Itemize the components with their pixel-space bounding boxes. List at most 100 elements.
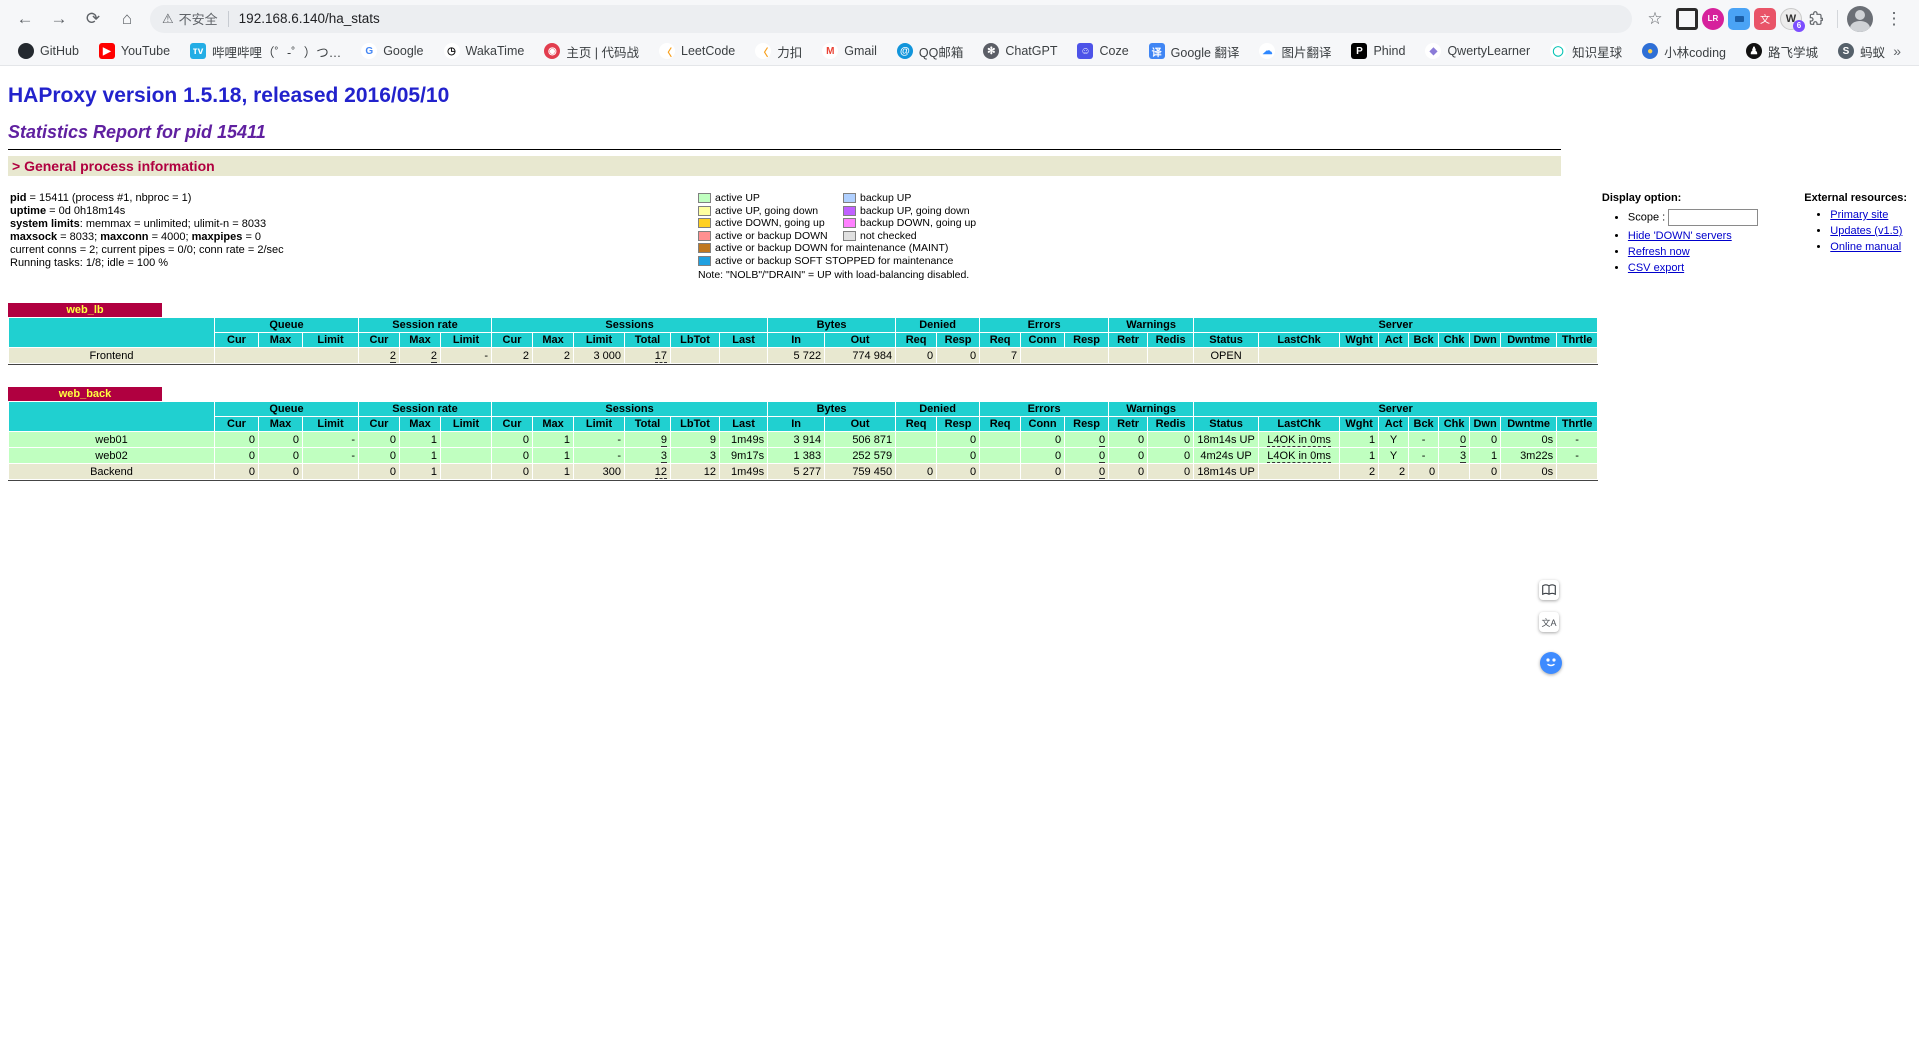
column-header: Out [825, 417, 895, 431]
proxy-name[interactable]: web_back [8, 387, 162, 401]
tooltip-value: L4OK in 0ms [1267, 434, 1331, 447]
stats-cell: 0 [1148, 432, 1193, 447]
bookmark-item[interactable]: 〈力扣 [747, 39, 810, 64]
translate-float-button[interactable]: 文A [1539, 612, 1559, 632]
window-extension-icon[interactable] [1728, 8, 1750, 30]
profile-avatar[interactable] [1847, 6, 1873, 32]
proxy-name[interactable]: web_lb [8, 303, 162, 317]
column-header: Limit [441, 417, 491, 431]
tooltip-value: 12 [655, 466, 667, 479]
forward-button[interactable]: → [45, 5, 73, 33]
option-link[interactable]: Hide 'DOWN' servers [1628, 230, 1732, 242]
stats-cell: 1 [400, 464, 440, 479]
url-text: 192.168.6.140/ha_stats [239, 11, 380, 26]
bookmark-item[interactable]: ✻ChatGPT [975, 40, 1065, 62]
stats-cell [215, 348, 358, 363]
bookmark-item[interactable]: PPhind [1343, 40, 1413, 62]
stats-cell: 9 [671, 432, 719, 447]
assistant-float-button[interactable] [1540, 652, 1562, 674]
daimazhan-icon: ◉ [544, 43, 560, 59]
lr-extension-icon[interactable]: LR [1702, 8, 1724, 30]
stats-cell: 0 [1148, 464, 1193, 479]
toolbar-right-cluster: ☆ LR 文 W 6 ⋮ [1638, 5, 1911, 33]
bookmark-item[interactable]: ●小林coding [1634, 39, 1734, 64]
dark-mode-extension-icon[interactable] [1676, 8, 1698, 30]
options-zone: Display option: Scope : Hide 'DOWN' serv… [1602, 192, 1913, 278]
stats-cell: 2 [400, 348, 440, 363]
back-button[interactable]: ← [11, 5, 39, 33]
horizontal-rule [8, 149, 1561, 150]
book-icon [1542, 584, 1556, 596]
column-header: Dwn [1470, 333, 1500, 347]
legend-swatch [698, 218, 711, 228]
stats-cell: 0 [1148, 448, 1193, 463]
bookmark-item[interactable]: ◷WakaTime [436, 40, 533, 62]
menu-button[interactable]: ⋮ [1880, 5, 1908, 33]
translate-extension-icon[interactable]: 文 [1754, 8, 1776, 30]
scope-input[interactable] [1668, 209, 1758, 226]
legend-swatch [843, 206, 856, 216]
bookmark-label: 主页 | 代码战 [566, 42, 639, 61]
stats-cell: - [574, 448, 624, 463]
haproxy-version-link[interactable]: HAProxy version 1.5.18, released 2016/05… [8, 84, 449, 107]
stats-cell: 1 [533, 464, 573, 479]
info-key: pid [10, 192, 27, 204]
gmail-icon: M [822, 43, 838, 59]
column-group-header: Errors [980, 402, 1108, 416]
bookmark-label: Phind [1373, 44, 1405, 58]
option-link[interactable]: Refresh now [1628, 246, 1690, 258]
stats-cell: 2 [1340, 464, 1378, 479]
stats-cell: 0 [1470, 432, 1500, 447]
stats-cell: 18m14s UP [1194, 432, 1258, 447]
reader-float-button[interactable] [1539, 580, 1559, 600]
legend-row: active or backup SOFT STOPPED for mainte… [698, 255, 1178, 268]
row-name: web02 [9, 448, 214, 463]
legend-note: Note: "NOLB"/"DRAIN" = UP with load-bala… [698, 269, 1178, 281]
reload-button[interactable]: ⟳ [79, 5, 107, 33]
extensions-puzzle-icon[interactable] [1806, 8, 1828, 30]
w-extension-icon[interactable]: W 6 [1780, 8, 1802, 30]
bookmark-item[interactable]: 〈LeetCode [651, 40, 743, 62]
bookmark-item[interactable]: S蚂蚁课堂 [1830, 39, 1885, 64]
bookmarks-overflow-button[interactable]: » [1885, 43, 1909, 59]
bookmark-item[interactable]: ◉ 主页 | 代码战 [536, 39, 647, 64]
column-header: Status [1194, 333, 1258, 347]
bookmark-item[interactable]: 译Google 翻译 [1141, 39, 1248, 64]
security-chip[interactable]: ⚠ 不安全 [162, 9, 218, 28]
column-header: Thrtle [1557, 417, 1597, 431]
legend-row: active UP, going downbackup UP, going do… [698, 205, 1178, 218]
bookmark-item[interactable]: ♟路飞学城 [1738, 39, 1826, 64]
bookmark-item[interactable]: @QQ邮箱 [889, 39, 971, 64]
bookmark-item[interactable]: MGmail [814, 40, 885, 62]
bookmark-label: LeetCode [681, 44, 735, 58]
option-link[interactable]: CSV export [1628, 262, 1684, 274]
bookmark-item[interactable]: GitHub [10, 40, 87, 62]
bookmark-item[interactable]: ☺Coze [1069, 40, 1136, 62]
option-link[interactable]: Primary site [1830, 209, 1888, 221]
column-header: LastChk [1259, 417, 1339, 431]
option-link[interactable]: Updates (v1.5) [1830, 225, 1902, 237]
column-header: Act [1379, 333, 1408, 347]
legend-label: active UP, going down [715, 205, 843, 217]
process-info-line: system limits: memmax = unlimited; ulimi… [10, 218, 698, 230]
bookmark-star-button[interactable]: ☆ [1641, 5, 1669, 33]
name-column-header [9, 318, 214, 347]
bookmark-item[interactable]: ᴛᴠ哔哩哔哩（゜-゜）つ… [182, 39, 349, 64]
address-bar[interactable]: ⚠ 不安全 192.168.6.140/ha_stats [150, 5, 1632, 33]
legend-swatch [698, 243, 711, 253]
column-header: Cur [359, 417, 399, 431]
stats-cell: - [1557, 448, 1597, 463]
column-header: Thrtle [1557, 333, 1597, 347]
puzzle-glyph [1809, 11, 1825, 27]
bookmark-item[interactable]: ◆QwertyLearner [1417, 40, 1538, 62]
stats-cell: 252 579 [825, 448, 895, 463]
bookmark-item[interactable]: ◯知识星球 [1542, 39, 1630, 64]
bookmark-item[interactable]: ▶YouTube [91, 40, 178, 62]
stats-cell: 7 [980, 348, 1020, 363]
option-link[interactable]: Online manual [1830, 241, 1901, 253]
stats-cell: 17 [625, 348, 670, 363]
bookmark-item[interactable]: GGoogle [353, 40, 431, 62]
bookmark-item[interactable]: ☁图片翻译 [1251, 39, 1339, 64]
home-button[interactable]: ⌂ [113, 5, 141, 33]
column-header: Wght [1340, 417, 1378, 431]
